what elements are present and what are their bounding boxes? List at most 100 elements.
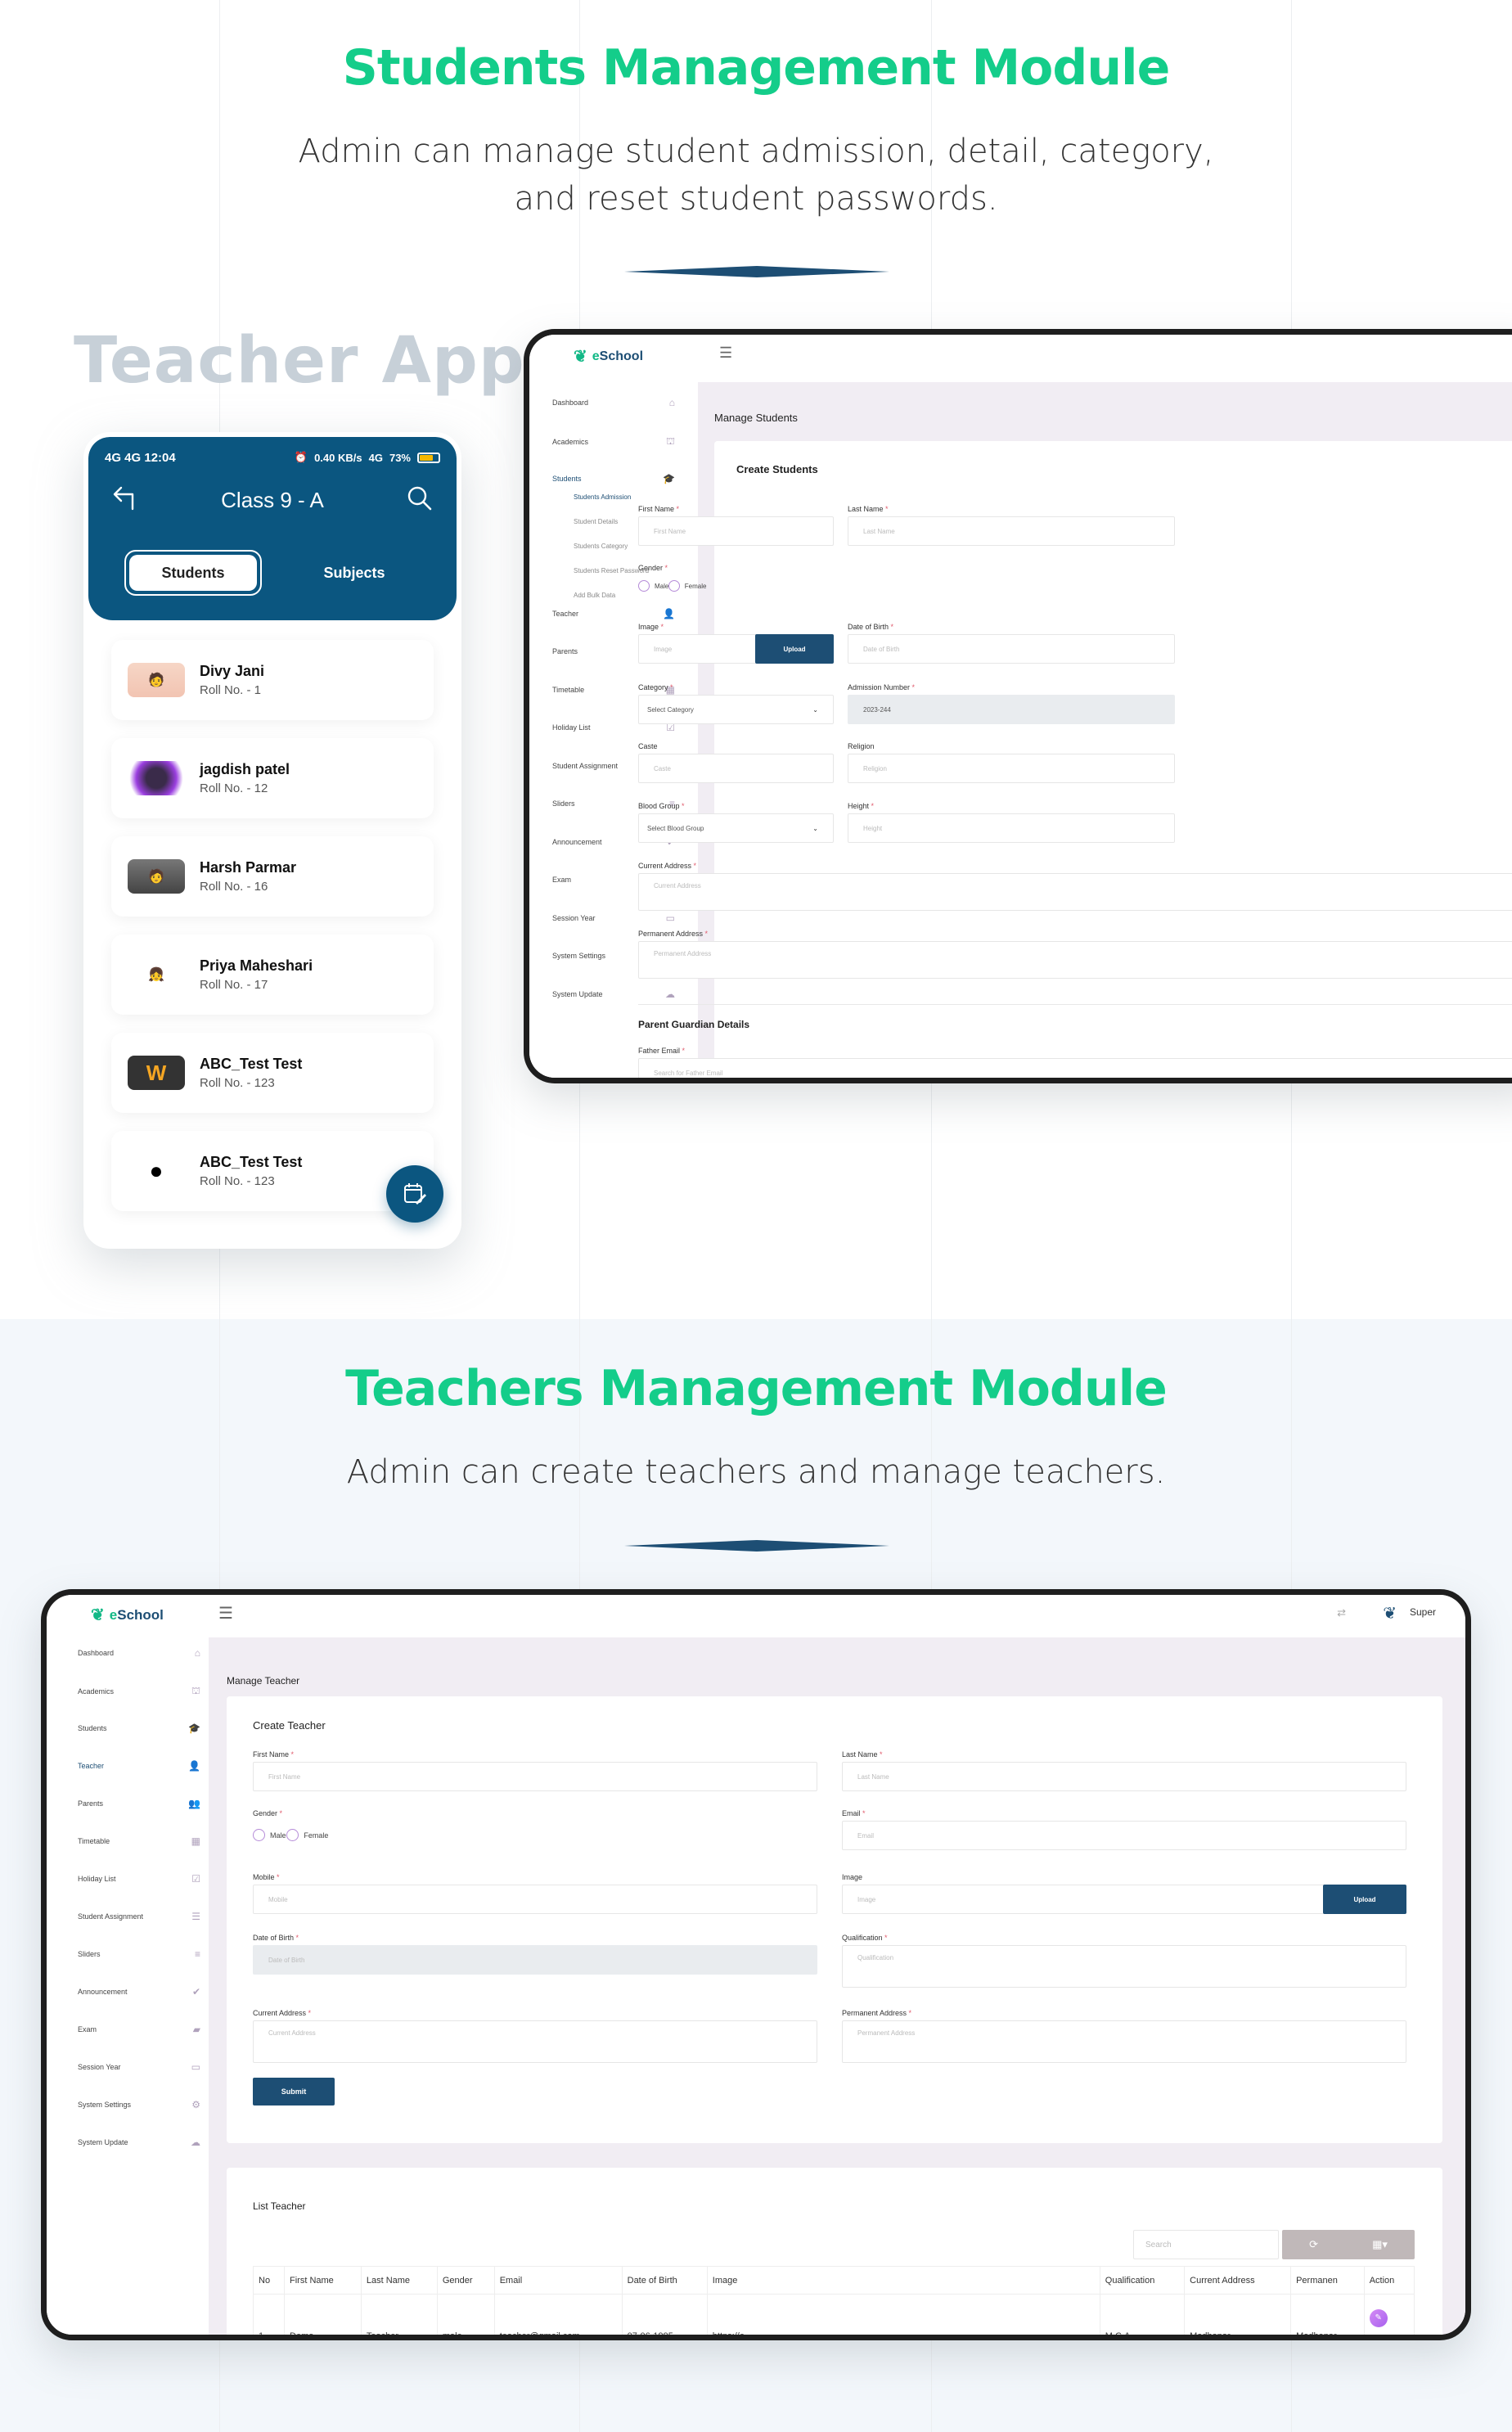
column-header-current-address[interactable]: Current Address [1184,2266,1292,2295]
sidebar-item-teacher[interactable]: Teacher 👤 [78,1760,200,1772]
blood-group-select[interactable]: Select Blood Group ⌄ [638,813,834,843]
caste-input[interactable]: Caste [638,754,834,783]
sidebar-item-dashboard[interactable]: Dashboard ⌂ [78,1647,200,1659]
current-address-input[interactable]: Current Address [253,2020,817,2063]
sidebar-item-holiday-list[interactable]: Holiday List ☑ [78,1873,200,1885]
column-header-email[interactable]: Email [493,2266,623,2295]
sidebar-item-student-assignment[interactable]: Student Assignment ☰ [78,1911,200,1922]
admission-number-input[interactable]: 2023-244 [848,695,1175,724]
sidebar-subitem-student-details[interactable]: Student Details [574,518,618,525]
sidebar-subitem-add-bulk-data[interactable]: Add Bulk Data [574,592,615,599]
columns-toggle-icon[interactable]: ▦▾ [1372,2238,1388,2251]
email-input[interactable]: Email [842,1821,1406,1850]
battery-icon [417,452,440,463]
sidebar-item-students[interactable]: Students 🎓 [78,1723,200,1734]
sidebar-item-dashboard[interactable]: Dashboard ⌂ [552,397,675,408]
qualification-input[interactable]: Qualification [842,1945,1406,1988]
calendar-edit-button[interactable] [386,1165,443,1223]
sidebar-item-academics[interactable]: Academics ⛫ [552,435,675,448]
first-name-input[interactable]: First Name [638,516,834,546]
father-email-input[interactable]: Search for Father Email [638,1058,1512,1078]
column-header-action[interactable]: Action [1363,2266,1415,2295]
mobile-input[interactable]: Mobile [253,1885,817,1914]
upload-button[interactable]: Upload [755,634,834,664]
book-icon: ▰ [192,2024,200,2035]
qualification-label: Qualification * [842,1934,888,1942]
sidebar-item-session-year[interactable]: Session Year ▭ [78,2061,200,2073]
last-name-input[interactable]: Last Name [842,1762,1406,1791]
gender-label: Gender * [253,1809,283,1817]
student-list-item[interactable]: jagdish patel Roll No. - 12 [111,738,434,818]
radio-circle [668,580,680,592]
menu-toggle-icon[interactable]: ☰ [719,345,732,362]
column-header-last-name[interactable]: Last Name [360,2266,438,2295]
permanent-address-label: Permanent Address * [842,2009,912,2017]
tab-subjects[interactable]: Subjects [293,550,416,596]
user-name[interactable]: Super [1410,1606,1436,1618]
permanent-address-input[interactable]: Permanent Address [842,2020,1406,2063]
religion-input[interactable]: Religion [848,754,1175,783]
female-radio[interactable]: Female [668,580,706,592]
current-address-input[interactable]: Current Address [638,873,1512,911]
student-list-item[interactable]: 👧 Priya Maheshari Roll No. - 17 [111,935,434,1015]
sidebar-item-students[interactable]: Students 🎓 [552,473,675,484]
sidebar-item-teacher[interactable]: Teacher 👤 [552,608,675,619]
sidebar-item-announcement[interactable]: Announcement ✔ [78,1986,200,1997]
height-input[interactable]: Height [848,813,1175,843]
male-radio[interactable]: Male [253,1829,286,1841]
language-icon[interactable]: ⇄ [1337,1606,1346,1619]
sidebar-item-system-settings[interactable]: System Settings ⚙ [78,2099,200,2110]
column-header-no[interactable]: No [252,2266,286,2295]
submit-button[interactable]: Submit [253,2078,335,2105]
column-header-gender[interactable]: Gender [436,2266,495,2295]
last-name-input[interactable]: Last Name [848,516,1175,546]
gear-icon: ⚙ [191,2099,200,2110]
sidebar-item-system-update[interactable]: System Update ☁ [552,989,675,1000]
column-header-permanen[interactable]: Permanen [1290,2266,1365,2295]
first-name-input[interactable]: First Name [253,1762,817,1791]
female-radio[interactable]: Female [286,1829,328,1841]
sidebar-item-session-year[interactable]: Session Year ▭ [552,912,675,924]
user-avatar[interactable]: ❦ [1383,1603,1397,1624]
graduation-cap-icon: 🎓 [663,473,675,484]
sidebar-item-exam[interactable]: Exam ▰ [78,2024,200,2035]
category-select[interactable]: Select Category ⌄ [638,695,834,724]
sidebar-subitem-students-category[interactable]: Students Category [574,543,628,550]
list-title: List Teacher [253,2200,306,2212]
chevron-down-icon: ⌄ [812,705,818,714]
column-header-first-name[interactable]: First Name [284,2266,362,2295]
chevron-down-icon: ⌄ [812,824,818,832]
column-header-qualification[interactable]: Qualification [1099,2266,1186,2295]
male-radio[interactable]: Male [638,580,668,592]
sidebar-item-parents[interactable]: Parents 👥 [78,1798,200,1809]
table-search-input[interactable]: Search [1133,2230,1279,2259]
image-input[interactable]: Image [842,1885,1406,1914]
sidebar-item-timetable[interactable]: Timetable ▦ [78,1835,200,1847]
calendar-grid-icon: ▦ [191,1835,200,1847]
edit-icon[interactable]: ✎ [1369,2308,1388,2327]
student-avatar: 🧑 [128,859,185,894]
student-list-item[interactable]: ● ABC_Test Test Roll No. - 123 [111,1131,434,1211]
dob-input[interactable]: Date of Birth [253,1945,817,1975]
sidebar-item-system-update[interactable]: System Update ☁ [78,2137,200,2148]
refresh-icon[interactable]: ⟳ [1309,2238,1318,2251]
tab-students[interactable]: Students [124,550,262,596]
dob-input[interactable]: Date of Birth [848,634,1175,664]
sidebar-item-sliders[interactable]: Sliders ≡ [78,1948,200,1960]
required-marker: * [910,683,916,691]
column-header-date-of-birth[interactable]: Date of Birth [621,2266,708,2295]
sidebar-item-academics[interactable]: Academics ⛫ [78,1685,200,1698]
permanent-address-input[interactable]: Permanent Address [638,941,1512,979]
student-list-item[interactable]: W ABC_Test Test Roll No. - 123 [111,1033,434,1113]
student-list-item[interactable]: 🧑 Divy Jani Roll No. - 1 [111,640,434,720]
menu-toggle-icon[interactable]: ☰ [218,1603,233,1624]
column-header-image[interactable]: Image [706,2266,1100,2295]
student-list-item[interactable]: 🧑 Harsh Parmar Roll No. - 16 [111,836,434,917]
eschool-logo: ❦ eSchool [574,348,644,366]
search-icon[interactable] [406,484,434,512]
sidebar-item-label: Parents [78,1799,104,1808]
network-type: 4G [368,451,383,464]
sidebar-subitem-students-admission[interactable]: Students Admission [574,493,631,501]
app-header: 4G 4G 12:04 ⏰ 0.40 KB/s 4G 73% Class 9 -… [88,437,457,620]
upload-button[interactable]: Upload [1323,1885,1406,1914]
